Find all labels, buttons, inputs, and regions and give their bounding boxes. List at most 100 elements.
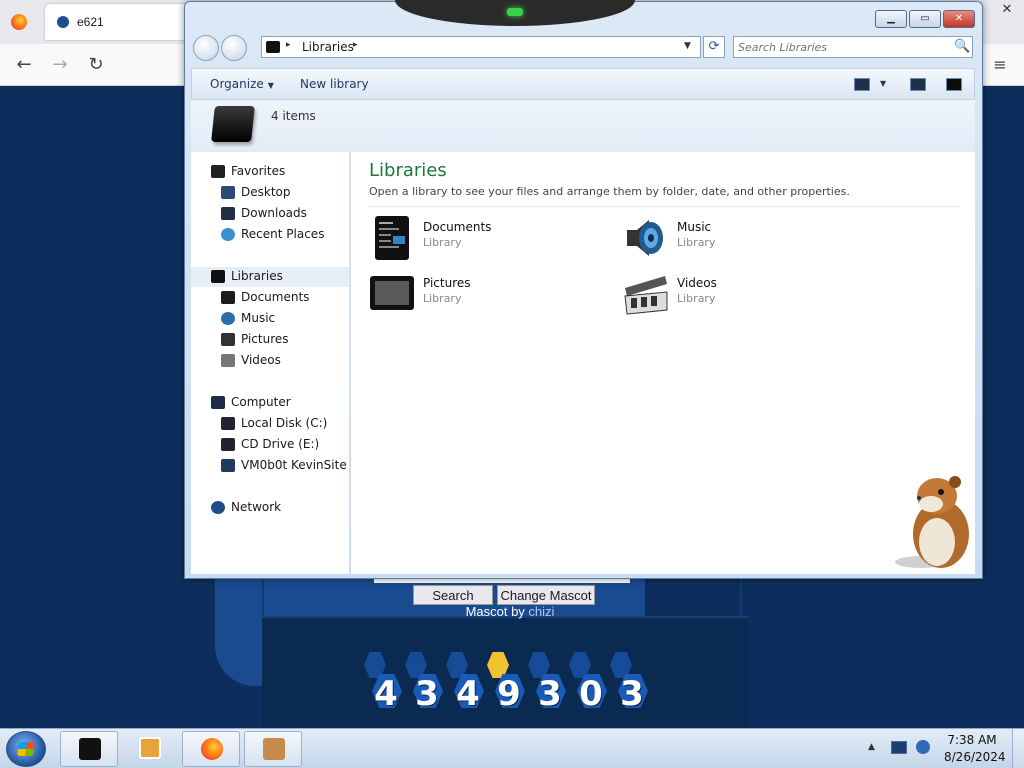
- volume-tray-icon[interactable]: [916, 740, 930, 754]
- explorer-back-button[interactable]: [193, 35, 219, 61]
- page-title: Libraries: [369, 160, 447, 181]
- library-details-header: 4 items: [191, 100, 975, 152]
- libraries-icon: [79, 738, 101, 760]
- network-tray-icon[interactable]: [891, 741, 907, 754]
- search-icon[interactable]: 🔍: [954, 39, 970, 54]
- desktop-icon: [221, 186, 235, 199]
- taskbar: ▲ 7:38 AM 8/26/2024: [0, 728, 1024, 768]
- help-icon[interactable]: [946, 78, 962, 91]
- navigation-pane: Favorites Desktop Downloads Recent Place…: [191, 152, 350, 574]
- address-dropdown-icon[interactable]: ▼: [684, 41, 691, 51]
- breadcrumb-separator[interactable]: ▸: [286, 40, 291, 50]
- nav-downloads[interactable]: Downloads: [221, 204, 341, 224]
- post-counter: 4 3 4 9 3 0 3: [364, 652, 654, 722]
- nav-documents[interactable]: Documents: [221, 288, 341, 308]
- counter-digit: 9: [487, 652, 527, 722]
- library-type: Library: [677, 236, 716, 249]
- network-drive-icon: [221, 459, 235, 472]
- videos-film-icon: [624, 276, 668, 315]
- nav-local-disk[interactable]: Local Disk (C:): [221, 414, 341, 434]
- nav-computer[interactable]: Computer: [211, 393, 341, 413]
- address-bar[interactable]: ▸ Libraries ▸ ▼: [261, 36, 701, 58]
- browser-menu-button[interactable]: ≡: [988, 54, 1012, 76]
- clock-time[interactable]: 7:38 AM: [946, 733, 998, 747]
- windows-logo-icon: [17, 742, 35, 756]
- counter-digit: 4: [364, 652, 404, 722]
- taskbar-media-player[interactable]: [121, 731, 179, 767]
- breadcrumb-separator[interactable]: ▸: [353, 40, 358, 50]
- nav-label: Downloads: [241, 206, 307, 220]
- library-type: Library: [677, 292, 716, 305]
- show-desktop-button[interactable]: [1012, 729, 1024, 768]
- nav-recent-places[interactable]: Recent Places: [221, 225, 341, 245]
- show-hidden-icons-button[interactable]: ▲: [868, 742, 875, 752]
- breadcrumb-libraries[interactable]: Libraries: [302, 40, 354, 54]
- nav-label: Local Disk (C:): [241, 416, 328, 430]
- reload-button[interactable]: ↻: [84, 54, 108, 76]
- minimize-button[interactable]: ▁: [875, 10, 907, 28]
- nav-label: CD Drive (E:): [241, 437, 320, 451]
- favorites-star-icon: [211, 165, 225, 178]
- nav-label: Computer: [231, 395, 291, 409]
- item-count: 4 items: [271, 109, 316, 123]
- change-view-icon[interactable]: [854, 78, 870, 91]
- mascot-author-link[interactable]: chizi: [528, 604, 554, 619]
- taskbar-app[interactable]: [244, 731, 302, 767]
- library-tile-music[interactable]: Music Library: [623, 214, 873, 264]
- status-light-icon: [507, 8, 523, 16]
- library-tile-documents[interactable]: Documents Library: [369, 214, 619, 264]
- nav-label: Videos: [241, 353, 281, 367]
- libraries-icon: [266, 41, 280, 53]
- firefox-icon[interactable]: [11, 14, 27, 30]
- organize-label: Organize: [210, 77, 264, 91]
- window-title-ornament: [395, 0, 635, 26]
- clock-date[interactable]: 8/26/2024: [944, 750, 1006, 764]
- back-button[interactable]: ←: [12, 54, 36, 76]
- chevron-down-icon: ▼: [267, 81, 274, 90]
- change-mascot-button[interactable]: Change Mascot: [497, 585, 595, 605]
- counter-digit: 3: [405, 652, 445, 722]
- taskbar-explorer[interactable]: [60, 731, 118, 767]
- documents-icon: [221, 291, 235, 304]
- nav-libraries[interactable]: Libraries: [191, 267, 349, 287]
- nav-videos[interactable]: Videos: [221, 351, 341, 371]
- browser-tab-e621[interactable]: e621: [45, 4, 190, 40]
- nav-label: Music: [241, 311, 276, 325]
- nav-pictures[interactable]: Pictures: [221, 330, 341, 350]
- forward-button[interactable]: →: [48, 54, 72, 76]
- library-tile-pictures[interactable]: Pictures Library: [369, 270, 619, 320]
- library-name: Videos: [677, 276, 717, 290]
- search-input[interactable]: [738, 39, 948, 55]
- network-globe-icon: [211, 501, 225, 514]
- pictures-icon: [221, 333, 235, 346]
- command-bar: Organize ▼ New library ▼: [191, 68, 975, 100]
- refresh-button[interactable]: ⟳: [703, 36, 725, 58]
- nav-music[interactable]: Music: [221, 309, 341, 329]
- view-options-arrow-icon[interactable]: ▼: [880, 79, 886, 88]
- explorer-forward-button[interactable]: [221, 35, 247, 61]
- libraries-large-icon: [211, 106, 255, 142]
- library-type: Library: [423, 236, 462, 249]
- taskbar-firefox[interactable]: [182, 731, 240, 767]
- library-tile-videos[interactable]: Videos Library: [623, 270, 873, 320]
- nav-network[interactable]: Network: [211, 498, 341, 518]
- start-button[interactable]: [6, 731, 46, 767]
- new-library-button[interactable]: New library: [300, 77, 369, 91]
- nav-label: Pictures: [241, 332, 289, 346]
- nav-network-share[interactable]: VM0b0t KevinSite: [221, 456, 349, 476]
- hamster-mascot-image[interactable]: [891, 462, 981, 572]
- close-button[interactable]: ✕: [943, 10, 975, 28]
- counter-digit: 3: [610, 652, 650, 722]
- maximize-button[interactable]: ▭: [909, 10, 941, 28]
- nav-desktop[interactable]: Desktop: [221, 183, 341, 203]
- browser-close-button[interactable]: ✕: [996, 2, 1018, 20]
- nav-cd-drive[interactable]: CD Drive (E:): [221, 435, 341, 455]
- nav-favorites[interactable]: Favorites: [211, 162, 341, 182]
- site-search-button[interactable]: Search: [413, 585, 493, 605]
- preview-pane-icon[interactable]: [910, 78, 926, 91]
- organize-menu[interactable]: Organize ▼: [210, 77, 274, 91]
- counter-digit: 3: [528, 652, 568, 722]
- mascot-credit-prefix: Mascot by: [465, 604, 529, 619]
- libraries-icon: [211, 270, 225, 283]
- search-libraries-box[interactable]: 🔍: [733, 36, 973, 58]
